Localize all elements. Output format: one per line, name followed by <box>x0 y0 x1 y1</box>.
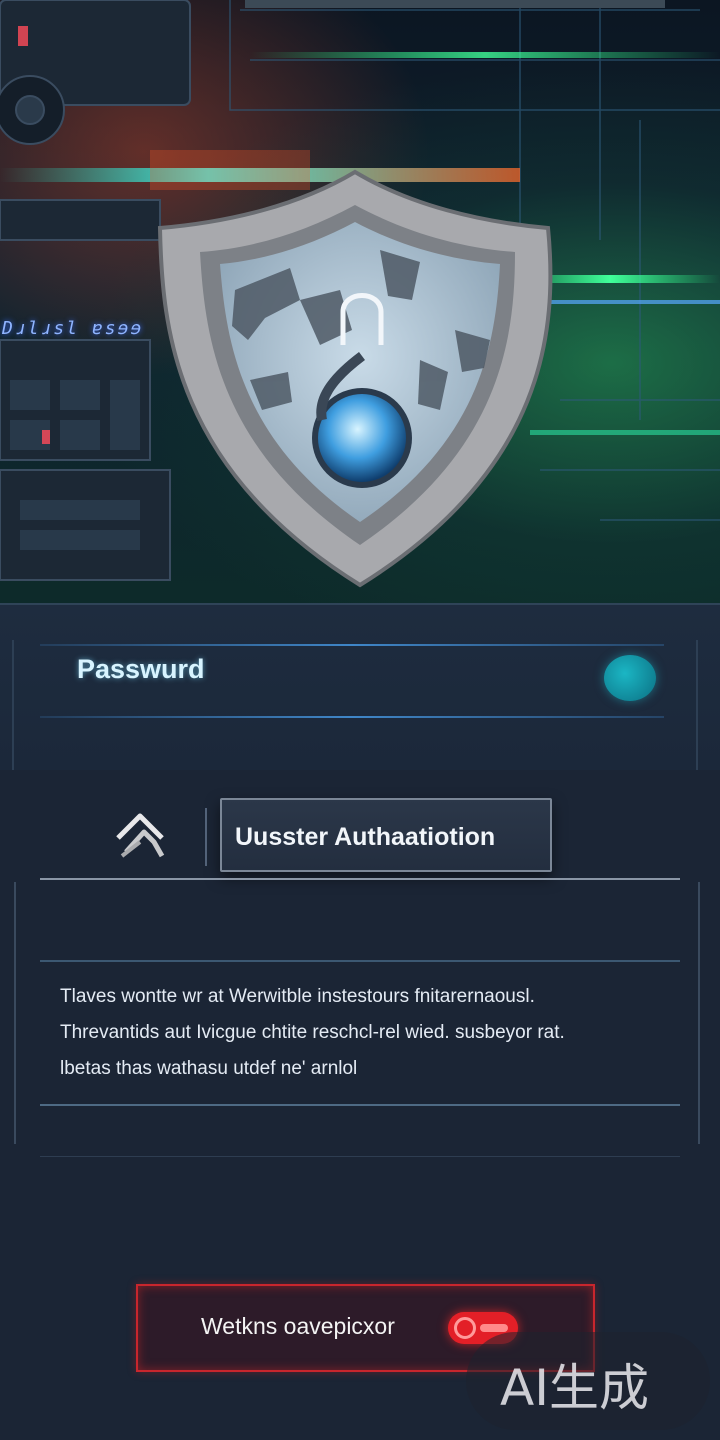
user-auth-icon <box>116 813 165 858</box>
panel-right-edge <box>696 640 698 770</box>
description-line-2: Threvantids aut Ivicgue chtite reschcl-r… <box>60 1022 565 1043</box>
description-bottom-rule <box>40 1104 680 1106</box>
description-line-1: Tlaves wontte wr at Werwitble instestour… <box>60 986 535 1007</box>
description-lower-rule <box>40 1156 680 1157</box>
description-top-rule <box>40 960 680 962</box>
auth-title: Uusster Authaatiotion <box>235 823 496 851</box>
hero-banner: Dɹlɹsl ɐsɘɘ <box>0 0 720 605</box>
auth-rule <box>40 878 680 880</box>
auth-divider <box>205 808 207 866</box>
watermark-text: AI生成 <box>500 1359 649 1417</box>
description-line-3: lbetas thas wathasu utdef ne' arnlol <box>60 1058 358 1079</box>
hero-artwork <box>0 0 720 588</box>
hero-caption: Dɹlɹsl ɐsɘɘ <box>2 318 144 339</box>
password-visibility-toggle[interactable] <box>604 655 656 701</box>
action-label: Wetkns oavepicxor <box>201 1313 395 1339</box>
password-top-rule <box>40 644 664 646</box>
panel-left-edge <box>12 640 14 770</box>
toggle-slot <box>480 1324 508 1332</box>
toggle-knob <box>454 1317 476 1339</box>
password-field-underline <box>40 716 664 718</box>
password-label: Passwurd <box>77 654 205 684</box>
